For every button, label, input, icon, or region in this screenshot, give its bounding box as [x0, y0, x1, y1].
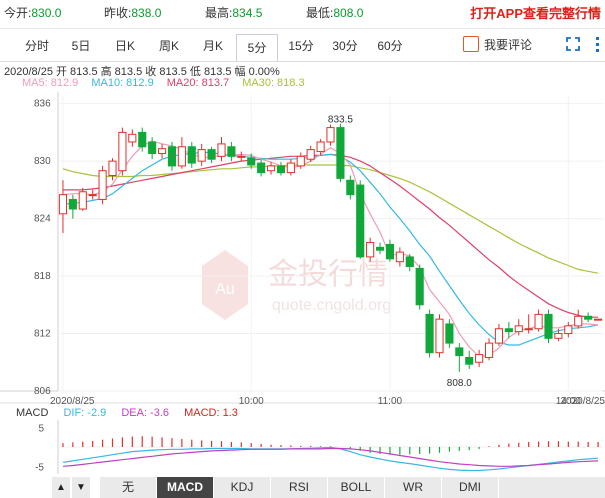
candle-down	[167, 146, 177, 167]
candle-down	[544, 313, 553, 339]
candle-up	[118, 131, 127, 172]
candle-down	[187, 146, 196, 164]
candle-down	[138, 131, 147, 148]
candle-down	[257, 162, 266, 174]
candle-up	[197, 149, 206, 162]
candle-up	[435, 318, 444, 354]
macd-tick-label: -5	[35, 462, 44, 473]
scroll-down-button[interactable]: ▼	[72, 477, 90, 498]
candle-up	[366, 242, 375, 258]
macd-value: MACD: 1.3	[184, 407, 238, 419]
price-annotation: 833.5	[328, 115, 353, 126]
candle-up	[58, 194, 68, 215]
candle-down	[465, 356, 474, 365]
candle-up	[534, 313, 543, 330]
indicator-wr[interactable]: WR	[385, 477, 442, 498]
kline-chart[interactable]: 8068128188248308362020/8/25 10:00 11:00 14:…	[0, 0, 605, 498]
candle-down	[375, 246, 385, 251]
x-tick-label: 2020/8/25	[561, 396, 605, 407]
candle-down	[227, 146, 236, 157]
ma5-line	[62, 140, 599, 358]
candle-up	[494, 328, 504, 344]
candle-down	[385, 243, 395, 260]
x-tick-label: 10:00	[239, 396, 264, 407]
candle-up	[514, 325, 523, 333]
candle-up	[108, 160, 117, 176]
ma30-line	[62, 164, 599, 274]
x-tick-label: 11:00	[378, 396, 403, 407]
indicator-none[interactable]: 无	[100, 477, 157, 498]
triangle-down-icon: ▼	[76, 482, 86, 493]
candle-up	[395, 251, 404, 263]
candle-down	[504, 328, 513, 333]
candle-down	[425, 313, 434, 354]
candle-down	[356, 184, 365, 258]
candle-up	[157, 148, 167, 154]
candle-down	[415, 267, 424, 306]
dif-value: DIF: -2.9	[63, 407, 107, 419]
y-tick-label: 824	[34, 214, 51, 225]
dea-value: DEA: -3.6	[121, 407, 169, 419]
candle-up	[237, 155, 246, 158]
ma20-line	[63, 153, 598, 318]
candle-up	[266, 165, 276, 172]
indicator-dmi[interactable]: DMI	[442, 477, 499, 498]
candle-up	[326, 127, 335, 143]
candle-up	[475, 354, 484, 363]
macd-legend: MACD DIF: -2.9 DEA: -3.6 MACD: 1.3	[16, 407, 250, 419]
dif-line	[62, 446, 599, 472]
candle-up	[484, 342, 494, 358]
y-tick-label: 836	[34, 99, 51, 110]
y-tick-label: 830	[34, 156, 51, 167]
triangle-up-icon: ▲	[56, 482, 66, 493]
candle-down	[276, 165, 286, 174]
ma10-line	[62, 151, 599, 346]
indicator-macd[interactable]: MACD	[157, 477, 214, 498]
candle-down	[405, 256, 414, 267]
indicator-kdj[interactable]: KDJ	[214, 477, 271, 498]
candle-up	[564, 325, 573, 335]
candle-up	[98, 170, 107, 200]
candle-up	[524, 328, 533, 331]
candle-down	[584, 315, 593, 320]
candle-up	[593, 318, 603, 321]
candle-up	[177, 146, 186, 167]
y-tick-label: 812	[34, 329, 51, 340]
candle-up	[316, 141, 325, 153]
candle-down	[455, 347, 464, 357]
candle-up	[286, 162, 295, 174]
candle-up	[88, 194, 97, 197]
indicator-boll[interactable]: BOLL	[328, 477, 385, 498]
candle-up	[306, 149, 315, 160]
macd-title: MACD	[16, 407, 49, 419]
candle-up	[554, 333, 563, 339]
scroll-up-button[interactable]: ▲	[52, 477, 70, 498]
price-annotation: 808.0	[447, 378, 472, 389]
y-tick-label: 818	[34, 271, 51, 282]
x-tick-label: 2020/8/25	[50, 396, 95, 407]
candle-down	[445, 323, 454, 344]
candle-down	[68, 198, 77, 210]
candle-down	[336, 127, 345, 179]
candle-up	[128, 133, 137, 143]
candle-up	[78, 191, 87, 210]
indicator-tabs: 无 MACD KDJ RSI BOLL WR DMI	[100, 477, 605, 498]
candle-down	[346, 179, 355, 196]
candle-up	[574, 315, 583, 327]
candle-up	[296, 155, 305, 167]
candle-down	[247, 157, 256, 166]
candle-down	[207, 149, 216, 160]
indicator-rsi[interactable]: RSI	[271, 477, 328, 498]
y-tick-label: 806	[34, 386, 51, 397]
candle-down	[148, 141, 157, 154]
candle-up	[217, 143, 226, 157]
macd-tick-label: 5	[38, 424, 44, 435]
